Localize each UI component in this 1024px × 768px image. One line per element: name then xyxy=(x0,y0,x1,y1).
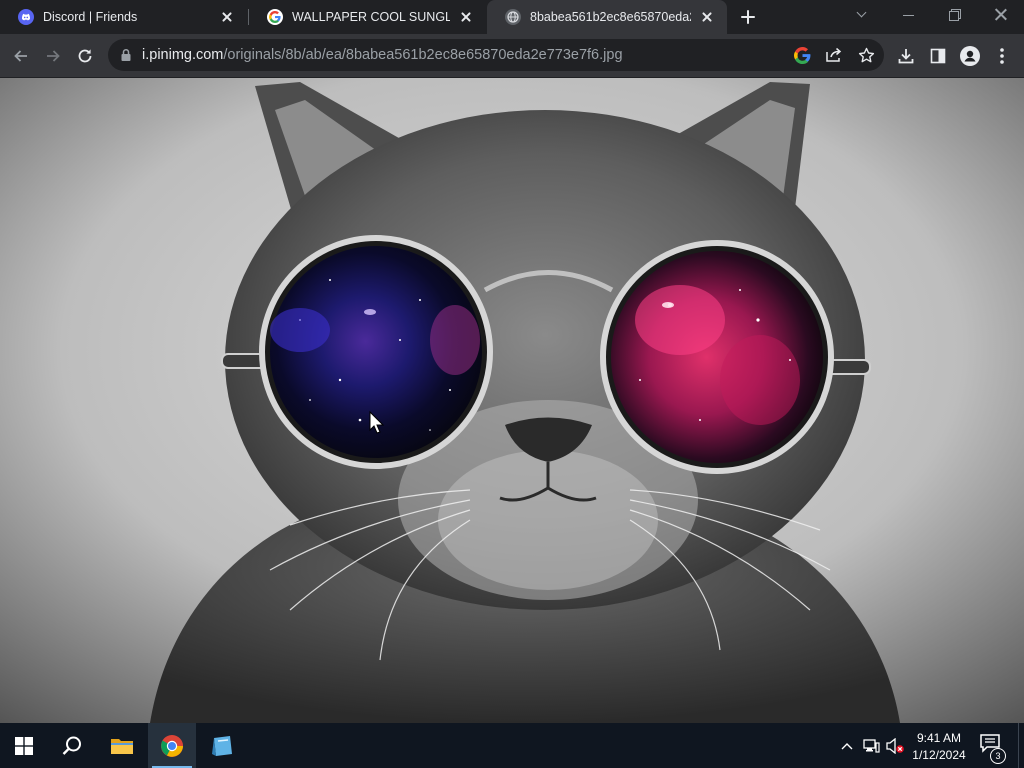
windows-taskbar: 9:41 AM 1/12/2024 3 xyxy=(0,723,1024,768)
google-icon xyxy=(267,9,283,25)
profile-button[interactable] xyxy=(955,41,985,71)
tab-search-button[interactable] xyxy=(840,0,886,30)
tab-active-image[interactable]: 8babea561b2ec8e65870eda2e7 xyxy=(487,0,727,34)
reload-icon xyxy=(78,49,92,63)
back-button[interactable] xyxy=(6,41,36,71)
tab-close-icon[interactable] xyxy=(458,9,474,25)
google-lens-icon[interactable] xyxy=(790,44,814,66)
file-explorer-button[interactable] xyxy=(98,723,146,768)
tab-title: WALLPAPER COOL SUNGLASSES xyxy=(292,10,450,24)
url-text[interactable]: i.pinimg.com/originals/8b/ab/ea/8babea56… xyxy=(142,47,623,63)
forward-button[interactable] xyxy=(38,41,68,71)
close-window-button[interactable] xyxy=(978,0,1024,30)
restore-button[interactable] xyxy=(932,0,978,30)
side-panel-button[interactable] xyxy=(923,41,953,71)
globe-icon xyxy=(505,9,521,25)
show-desktop-button[interactable] xyxy=(1018,723,1024,768)
side-panel-icon xyxy=(930,48,946,64)
clock-time: 9:41 AM xyxy=(916,731,962,745)
image-viewer xyxy=(0,78,1024,723)
discord-icon xyxy=(18,9,34,25)
tab-close-icon[interactable] xyxy=(699,9,715,25)
search-button[interactable] xyxy=(48,723,96,768)
menu-button[interactable] xyxy=(987,41,1017,71)
system-clock[interactable]: 9:41 AM 1/12/2024 xyxy=(906,730,972,764)
browser-toolbar: i.pinimg.com/originals/8b/ab/ea/8babea56… xyxy=(0,34,1024,78)
url-host: i.pinimg.com xyxy=(142,47,224,63)
address-bar[interactable]: i.pinimg.com/originals/8b/ab/ea/8babea56… xyxy=(108,39,884,71)
tab-close-icon[interactable] xyxy=(219,9,235,25)
cat-sunglasses-image xyxy=(0,78,1024,723)
network-button[interactable] xyxy=(860,723,882,768)
new-tab-button[interactable] xyxy=(736,6,760,28)
start-button[interactable] xyxy=(0,723,48,768)
chrome-taskbar-button[interactable] xyxy=(148,723,196,768)
tab-title: Discord | Friends xyxy=(43,10,138,24)
arrow-left-icon xyxy=(14,50,27,62)
bookmark-star-icon[interactable] xyxy=(854,44,878,66)
tab-discord[interactable]: Discord | Friends xyxy=(0,0,247,34)
app-icon xyxy=(212,735,232,756)
windows-start-icon xyxy=(15,736,33,755)
volume-muted-icon xyxy=(886,737,904,754)
file-explorer-icon xyxy=(111,738,133,754)
profile-avatar-icon xyxy=(960,46,980,66)
reload-button[interactable] xyxy=(70,41,100,71)
clock-date: 1/12/2024 xyxy=(912,748,966,762)
url-path: /originals/8b/ab/ea/8babea561b2ec8e65870… xyxy=(223,47,623,63)
tab-google-search[interactable]: WALLPAPER COOL SUNGLASSES xyxy=(249,0,486,34)
tab-strip: Discord | Friends WALLPAPER COOL SUNGLAS… xyxy=(0,0,1024,34)
share-icon[interactable] xyxy=(822,44,846,66)
lock-icon[interactable] xyxy=(120,48,132,67)
downloads-button[interactable] xyxy=(891,41,921,71)
notification-count-badge: 3 xyxy=(990,748,1006,764)
show-hidden-icons-button[interactable] xyxy=(838,723,856,768)
volume-button[interactable] xyxy=(884,723,906,768)
network-icon xyxy=(863,738,880,753)
arrow-right-icon xyxy=(47,50,60,62)
download-icon xyxy=(898,49,914,64)
tab-title: 8babea561b2ec8e65870eda2e7 xyxy=(530,10,691,24)
chrome-icon xyxy=(161,734,183,757)
chevron-up-icon xyxy=(841,742,853,749)
minimize-button[interactable] xyxy=(886,0,932,30)
search-icon xyxy=(62,736,81,755)
app-taskbar-button[interactable] xyxy=(198,723,246,768)
kebab-menu-icon xyxy=(1000,48,1004,64)
